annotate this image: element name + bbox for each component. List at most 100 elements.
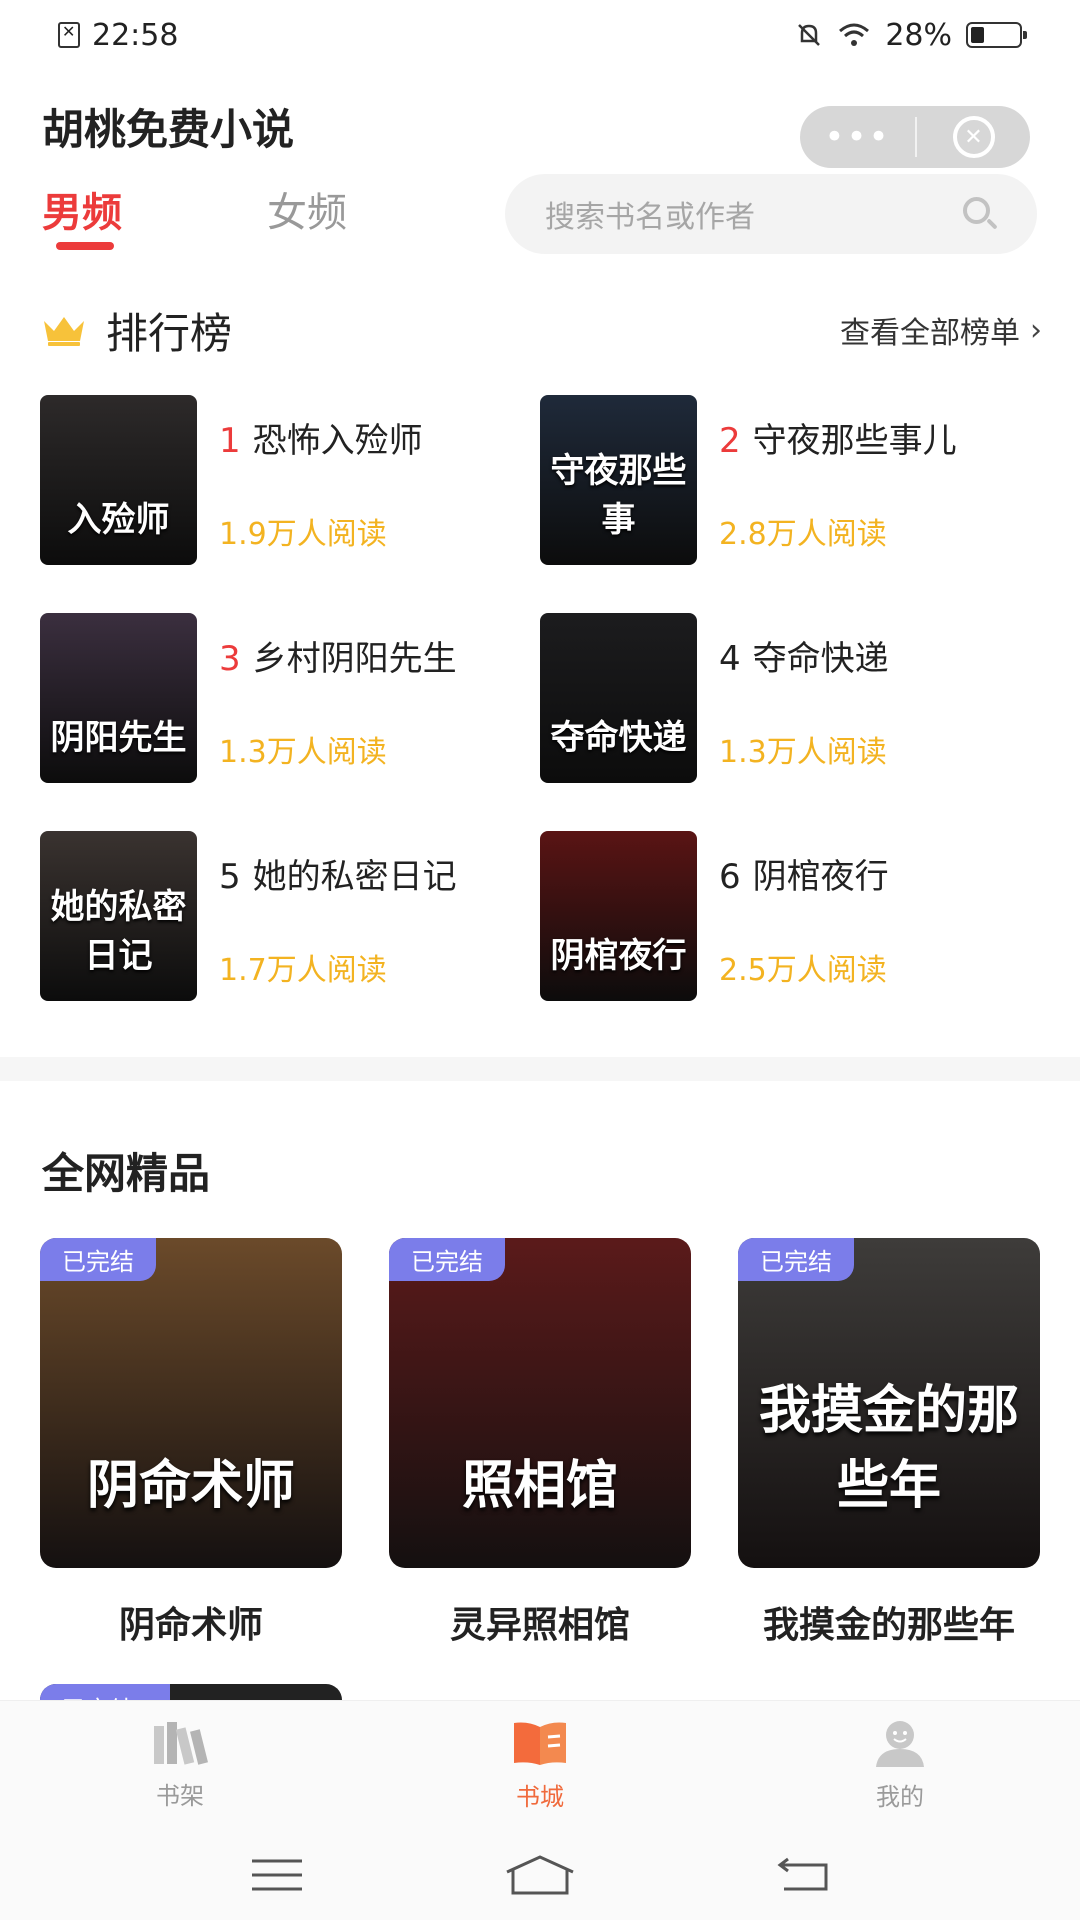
- tab-male-label: 男频: [42, 190, 122, 236]
- ranking-item[interactable]: 夺命快递 4 夺命快递 1.3万人阅读: [540, 613, 1020, 783]
- boutique-title: 全网精品: [42, 1149, 211, 1198]
- book-cover[interactable]: 她的私密日记: [40, 831, 197, 1001]
- cover-title: 她的私密日记: [50, 887, 187, 976]
- completed-badge: 已完结: [389, 1238, 505, 1281]
- tab-female-label: 女频: [267, 190, 347, 236]
- ranking-item[interactable]: 她的私密日记 5 她的私密日记 1.7万人阅读: [40, 831, 520, 1001]
- boutique-book-card[interactable]: 已完结 我摸金的那些年 我摸金的那些年: [738, 1238, 1040, 1648]
- cover-title: 照相馆: [461, 1455, 618, 1516]
- rank-number: 5: [219, 857, 241, 897]
- read-count: 2.8万人阅读: [719, 517, 887, 552]
- ranking-book-name: 1 恐怖入殓师: [219, 413, 423, 462]
- ranking-item[interactable]: 阴棺夜行 6 阴棺夜行 2.5万人阅读: [540, 831, 1020, 1001]
- nav-item-profile[interactable]: 我的: [720, 1701, 1080, 1830]
- nav-item-book-city[interactable]: 书城: [360, 1701, 720, 1830]
- ranking-book-name: 5 她的私密日记: [219, 849, 457, 898]
- mute-bell-icon: [798, 24, 821, 46]
- completed-badge: 已完结: [40, 1238, 156, 1281]
- book-cover[interactable]: 阴阳先生: [40, 613, 197, 783]
- menu-icon[interactable]: [250, 1857, 304, 1893]
- ranking-item[interactable]: 入殓师 1 恐怖入殓师 1.9万人阅读: [40, 395, 520, 565]
- book-cover[interactable]: 阴棺夜行: [540, 831, 697, 1001]
- book-cover[interactable]: 已完结 我摸金的那些年: [738, 1238, 1040, 1568]
- boutique-book-card[interactable]: 已完结 阴命术师 阴命术师: [40, 1238, 342, 1648]
- status-left: 22:58: [58, 18, 178, 53]
- book-cover[interactable]: 已完结 阴命术师: [40, 1238, 342, 1568]
- rank-number: 2: [719, 421, 741, 461]
- rank-number: 6: [719, 857, 741, 897]
- chevron-right-icon: ›: [1030, 312, 1042, 348]
- cover-title: 我摸金的那些年: [758, 1380, 1019, 1516]
- bookshelf-icon: [154, 1722, 208, 1765]
- more-menu-button[interactable]: •••: [800, 106, 915, 168]
- profile-icon: [876, 1721, 924, 1767]
- ranking-info: 6 阴棺夜行 2.5万人阅读: [719, 831, 889, 1001]
- ranking-item[interactable]: 阴阳先生 3 乡村阴阳先生 1.3万人阅读: [40, 613, 520, 783]
- ranking-book-name: 4 夺命快递: [719, 631, 889, 680]
- wifi-icon: [839, 23, 870, 46]
- close-mini-program-button[interactable]: ✕: [917, 106, 1030, 168]
- search-input[interactable]: 搜索书名或作者: [505, 174, 1037, 254]
- ranking-info: 3 乡村阴阳先生 1.3万人阅读: [219, 613, 457, 783]
- read-count: 1.9万人阅读: [219, 517, 387, 552]
- status-time: 22:58: [92, 17, 179, 53]
- battery-percent: 28%: [885, 17, 952, 53]
- ranking-book-name: 2 守夜那些事儿: [719, 413, 957, 462]
- cover-title: 阴棺夜行: [550, 936, 687, 976]
- ranking-book-name: 6 阴棺夜行: [719, 849, 889, 898]
- battery-icon: [966, 22, 1027, 48]
- book-title: 阴命术师: [118, 1605, 263, 1646]
- book-cover[interactable]: 入殓师: [40, 395, 197, 565]
- app-title: 胡桃免费小说: [42, 105, 295, 154]
- nav-item-bookshelf[interactable]: 书架: [0, 1701, 360, 1830]
- book-name: 夺命快递: [752, 639, 889, 679]
- book-cover[interactable]: 守夜那些事: [540, 395, 697, 565]
- status-bar: 22:58 28%: [0, 0, 1080, 70]
- search-icon[interactable]: [963, 197, 998, 231]
- home-icon[interactable]: [503, 1854, 577, 1896]
- crown-icon: [44, 317, 84, 346]
- read-count: 1.3万人阅读: [719, 735, 887, 770]
- bottom-nav: 书架 书城 我的: [0, 1700, 1080, 1830]
- cover-title: 阴阳先生: [50, 718, 187, 758]
- system-nav-bar: [0, 1830, 1080, 1920]
- cover-title: 入殓师: [67, 500, 170, 540]
- ranking-info: 1 恐怖入殓师 1.9万人阅读: [219, 395, 423, 565]
- rank-number: 1: [219, 421, 241, 461]
- book-name: 她的私密日记: [252, 857, 457, 897]
- nav-label: 我的: [876, 1783, 924, 1811]
- boutique-book-card[interactable]: 已完结 照相馆 灵异照相馆: [389, 1238, 691, 1648]
- cover-title: 阴命术师: [86, 1455, 295, 1516]
- book-cover[interactable]: 已完结 照相馆: [389, 1238, 691, 1568]
- book-name: 守夜那些事儿: [752, 421, 957, 461]
- book-title: 我摸金的那些年: [762, 1605, 1015, 1646]
- ranking-header: 排行榜 查看全部榜单 ›: [42, 302, 1042, 358]
- nav-label: 书架: [156, 1782, 204, 1810]
- status-right: 28%: [795, 17, 1027, 53]
- ranking-item[interactable]: 守夜那些事 2 守夜那些事儿 2.8万人阅读: [540, 395, 1020, 565]
- ranking-title: 排行榜: [106, 308, 233, 358]
- tab-female[interactable]: 女频: [267, 180, 347, 238]
- ranking-book-name: 3 乡村阴阳先生: [219, 631, 457, 680]
- book-city-icon: [514, 1722, 566, 1765]
- book-name: 恐怖入殓师: [252, 421, 423, 461]
- ranking-info: 5 她的私密日记 1.7万人阅读: [219, 831, 457, 1001]
- completed-badge: 已完结: [738, 1238, 854, 1281]
- section-divider: [0, 1057, 1080, 1081]
- ranking-info: 4 夺命快递 1.3万人阅读: [719, 613, 889, 783]
- read-count: 1.7万人阅读: [219, 953, 387, 988]
- nav-label: 书城: [516, 1783, 564, 1811]
- read-count: 2.5万人阅读: [719, 953, 887, 988]
- rank-number: 3: [219, 639, 241, 679]
- close-icon: ✕: [952, 116, 995, 158]
- tab-male[interactable]: 男频: [42, 180, 122, 250]
- ranking-info: 2 守夜那些事儿 2.8万人阅读: [719, 395, 957, 565]
- book-name: 乡村阴阳先生: [252, 639, 457, 679]
- back-icon[interactable]: [776, 1857, 830, 1893]
- book-cover[interactable]: 夺命快递: [540, 613, 697, 783]
- tab-active-indicator: [56, 242, 114, 250]
- gender-tabs: 男频 女频: [42, 180, 347, 250]
- view-all-rankings-link[interactable]: 查看全部榜单 ›: [840, 308, 1042, 352]
- mini-program-capsule: ••• ✕: [800, 106, 1030, 168]
- book-title: 灵异照相馆: [449, 1605, 630, 1646]
